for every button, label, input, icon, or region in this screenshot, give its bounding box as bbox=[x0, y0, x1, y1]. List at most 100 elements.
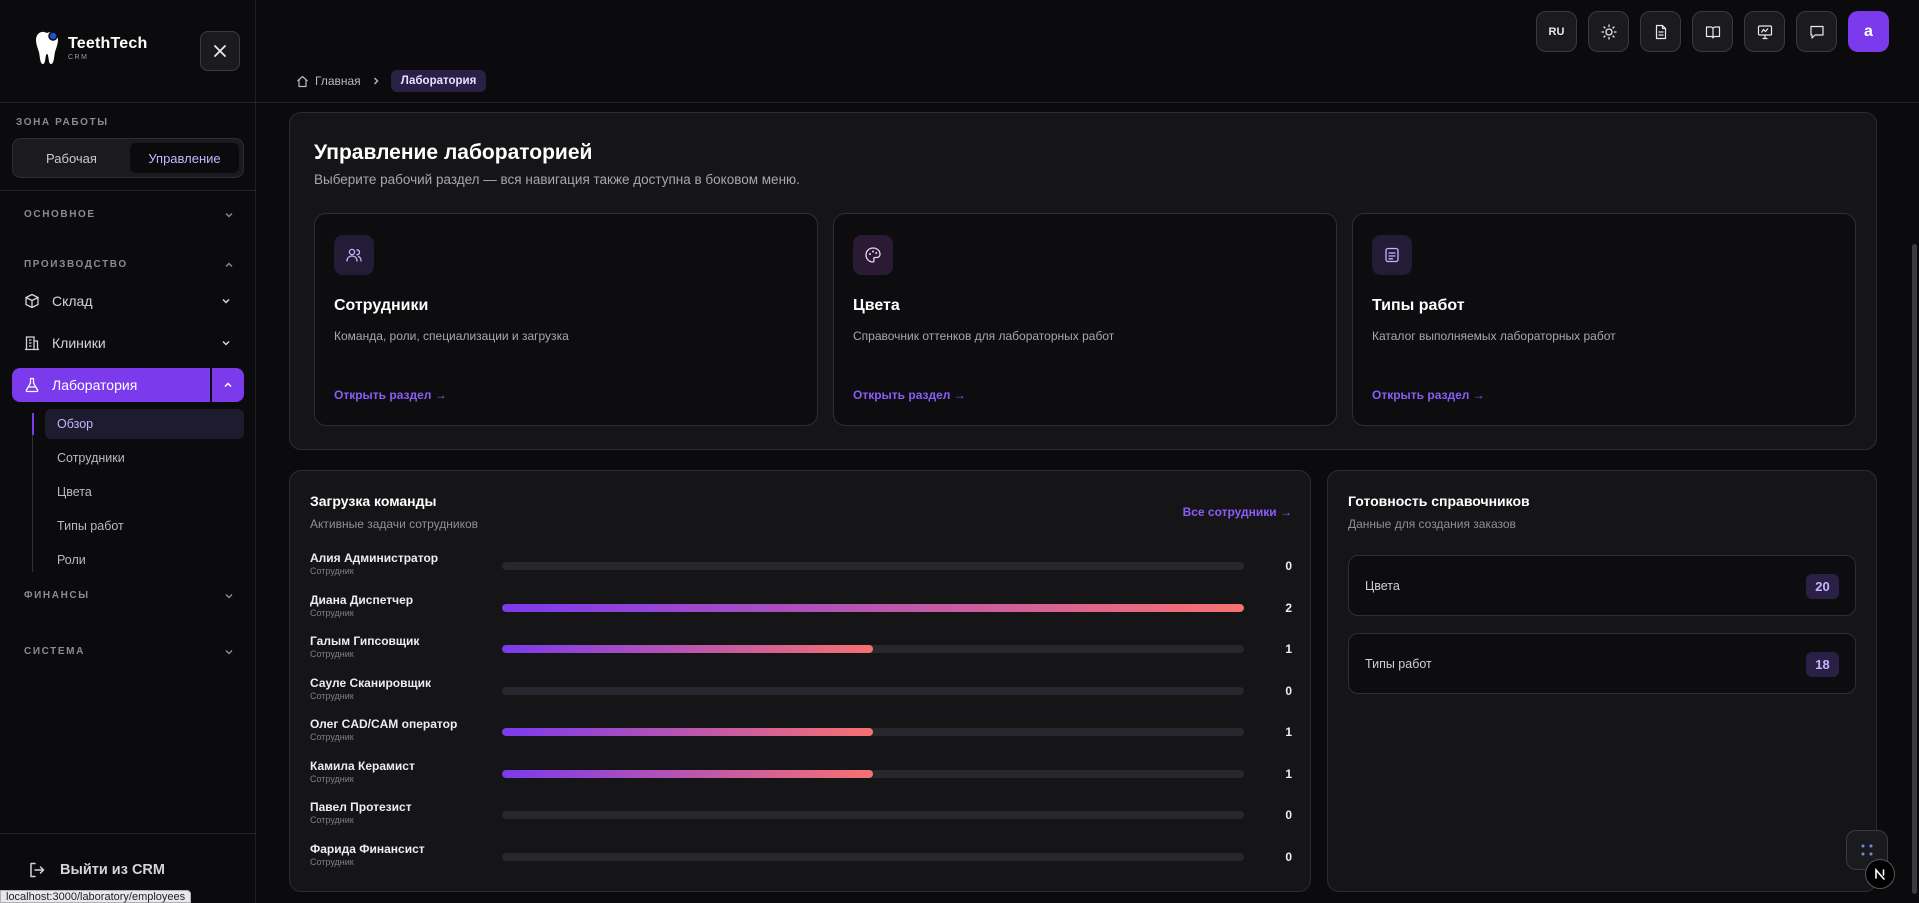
zone-option-manage[interactable]: Управление bbox=[130, 143, 239, 173]
readiness-title: Готовность справочников bbox=[1348, 493, 1530, 509]
sidebar-item-clinics[interactable]: Клиники bbox=[12, 326, 244, 360]
card-description: Каталог выполняемых лабораторных работ bbox=[1372, 329, 1616, 343]
card-icon-box bbox=[334, 235, 374, 275]
employee-load-row: Сауле Сканировщик Сотрудник 0 bbox=[310, 676, 1292, 706]
section-production[interactable]: ПРОИЗВОДСТВО bbox=[24, 259, 234, 270]
employee-role: Сотрудник bbox=[310, 690, 354, 701]
zone-option-work[interactable]: Рабочая bbox=[17, 143, 126, 173]
team-load-title: Загрузка команды bbox=[310, 493, 437, 509]
sun-icon bbox=[1600, 23, 1617, 40]
card-colors[interactable]: Цвета Справочник оттенков для лабораторн… bbox=[833, 213, 1337, 426]
sub-item-colors[interactable]: Цвета bbox=[45, 477, 244, 507]
employee-role: Сотрудник bbox=[310, 815, 354, 825]
zone-label: ЗОНА РАБОТЫ bbox=[16, 117, 109, 128]
sub-item-employees[interactable]: Сотрудники bbox=[45, 443, 244, 473]
employee-role: Сотрудник bbox=[310, 649, 354, 659]
employee-role: Сотрудник bbox=[310, 732, 354, 742]
next-logo-icon bbox=[1875, 867, 1885, 880]
monitor-button[interactable] bbox=[1744, 11, 1785, 52]
readiness-panel: Готовность справочников Данные для созда… bbox=[1327, 470, 1877, 892]
file-icon bbox=[1655, 24, 1666, 39]
monitor-icon bbox=[1757, 24, 1772, 39]
employee-task-count: 0 bbox=[1285, 683, 1292, 698]
sub-item-roles[interactable]: Роли bbox=[45, 545, 244, 575]
card-employees[interactable]: Сотрудники Команда, роли, специализации … bbox=[314, 213, 818, 426]
messages-button[interactable] bbox=[1796, 11, 1837, 52]
employee-name: Павел Протезист bbox=[310, 800, 412, 814]
employee-role: Сотрудник bbox=[310, 566, 354, 576]
theme-toggle-button[interactable] bbox=[1588, 11, 1629, 52]
sub-item-work-types[interactable]: Типы работ bbox=[45, 511, 244, 541]
card-open-link[interactable]: Открыть раздел → bbox=[853, 388, 966, 402]
sidebar-item-laboratory[interactable]: Лаборатория bbox=[12, 368, 244, 402]
employee-name: Камила Керамист bbox=[310, 758, 415, 773]
dev-tools-badge[interactable] bbox=[1865, 859, 1895, 889]
palette-icon bbox=[865, 247, 881, 263]
breadcrumb-home[interactable]: Главная bbox=[296, 74, 361, 88]
readiness-label: Цвета bbox=[1365, 579, 1400, 593]
employee-load-row: Галым Гипсовщик Сотрудник 1 bbox=[310, 634, 1292, 664]
flask-icon bbox=[25, 377, 39, 393]
chevron-down-icon bbox=[225, 212, 233, 217]
load-bar-track bbox=[502, 645, 1244, 653]
employee-load-row: Алия Администратор Сотрудник 0 bbox=[310, 551, 1292, 581]
sidebar-item-warehouse[interactable]: Склад bbox=[12, 284, 244, 318]
knowledge-base-button[interactable] bbox=[1692, 11, 1733, 52]
readiness-item-colors[interactable]: Цвета 20 bbox=[1348, 555, 1856, 616]
load-bar-track bbox=[502, 603, 1244, 612]
all-employees-link[interactable]: Все сотрудники → bbox=[1183, 505, 1292, 519]
documents-button[interactable] bbox=[1640, 11, 1681, 52]
employee-name: Сауле Сканировщик bbox=[310, 675, 431, 690]
chevron-down-icon bbox=[225, 593, 233, 598]
breadcrumb-home-label: Главная bbox=[315, 74, 361, 88]
readiness-count-badge: 18 bbox=[1806, 652, 1839, 677]
chat-icon bbox=[1809, 25, 1824, 39]
chevron-right-icon bbox=[373, 77, 379, 85]
chevron-down-icon bbox=[222, 298, 230, 304]
load-bar-track bbox=[502, 562, 1244, 570]
card-open-link[interactable]: Открыть раздел → bbox=[1372, 388, 1485, 402]
employee-role: Сотрудник bbox=[310, 773, 354, 784]
employee-name: Галым Гипсовщик bbox=[310, 634, 420, 648]
grid-dots-icon bbox=[1861, 844, 1873, 856]
load-bar-track bbox=[502, 811, 1244, 819]
readiness-item-work-types[interactable]: Типы работ 18 bbox=[1348, 633, 1856, 694]
header-divider bbox=[256, 102, 1919, 103]
close-sidebar-button[interactable] bbox=[200, 31, 240, 71]
employee-task-count: 0 bbox=[1285, 849, 1292, 864]
readiness-count-badge: 20 bbox=[1806, 574, 1839, 599]
app-name: TeethTech bbox=[68, 35, 148, 52]
section-label: ПРОИЗВОДСТВО bbox=[24, 259, 128, 270]
sub-item-overview[interactable]: Обзор bbox=[32, 409, 244, 439]
breadcrumb-current: Лаборатория bbox=[390, 70, 487, 92]
building-icon bbox=[25, 336, 39, 351]
scrollbar-thumb[interactable] bbox=[1912, 244, 1917, 894]
card-work-types[interactable]: Типы работ Каталог выполняемых лаборатор… bbox=[1352, 213, 1856, 426]
section-label: ОСНОВНОЕ bbox=[24, 209, 96, 220]
status-url: localhost:3000/laboratory/employees bbox=[0, 890, 192, 903]
sidebar: TeethTech CRM ЗОНА РАБОТЫ Рабочая Управл… bbox=[0, 0, 256, 903]
laboratory-collapse-toggle[interactable] bbox=[210, 368, 244, 402]
section-system[interactable]: СИСТЕМА bbox=[24, 646, 234, 657]
employee-role: Сотрудник bbox=[310, 607, 354, 618]
employee-name: Олег CAD/CAM оператор bbox=[310, 717, 458, 731]
card-open-link[interactable]: Открыть раздел → bbox=[334, 388, 447, 402]
language-button[interactable]: RU bbox=[1536, 11, 1577, 52]
logout-icon bbox=[30, 862, 45, 878]
card-title: Типы работ bbox=[1372, 297, 1465, 314]
card-icon-box bbox=[853, 235, 893, 275]
app-logo[interactable]: TeethTech CRM bbox=[34, 30, 147, 66]
load-bar-fill bbox=[502, 603, 1244, 612]
sidebar-item-label: Клиники bbox=[52, 335, 106, 351]
section-label: СИСТЕМА bbox=[24, 646, 85, 657]
employee-load-row: Олег CAD/CAM оператор Сотрудник 1 bbox=[310, 717, 1292, 747]
page-scrollbar[interactable] bbox=[1910, 104, 1919, 903]
chevron-up-icon bbox=[224, 382, 232, 388]
section-finance[interactable]: ФИНАНСЫ bbox=[24, 590, 234, 601]
user-avatar[interactable]: a bbox=[1848, 11, 1889, 52]
users-icon bbox=[346, 248, 362, 262]
employee-name: Фарида Финансист bbox=[310, 841, 425, 856]
employee-name: Алия Администратор bbox=[310, 551, 439, 565]
section-basic[interactable]: ОСНОВНОЕ bbox=[24, 209, 234, 220]
logout-button[interactable]: Выйти из CRM bbox=[28, 861, 165, 879]
